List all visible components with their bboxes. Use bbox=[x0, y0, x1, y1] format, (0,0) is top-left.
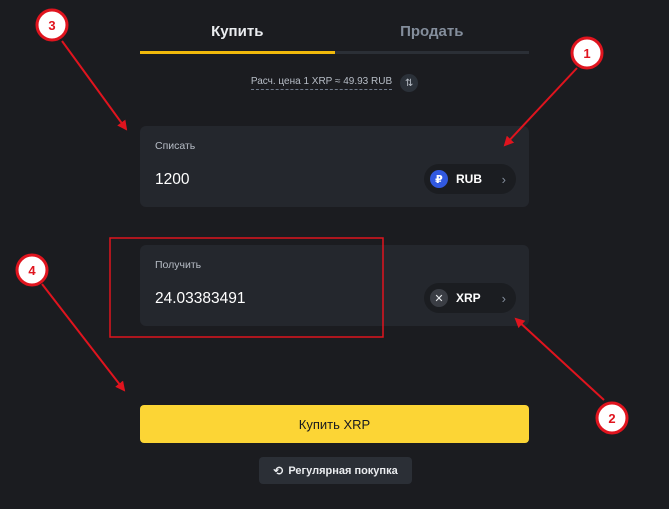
receive-currency-selector[interactable]: ✕ XRP › bbox=[424, 283, 516, 313]
receive-panel: Получить 24.03383491 ✕ XRP › bbox=[140, 245, 529, 326]
spend-currency-code: RUB bbox=[456, 172, 482, 186]
buy-sell-tabs: Купить Продать bbox=[140, 12, 529, 54]
svg-text:2: 2 bbox=[608, 411, 615, 426]
annotation-badge-2: 2 bbox=[595, 401, 629, 435]
receive-label: Получить bbox=[155, 259, 202, 271]
rub-coin-icon: ₽ bbox=[430, 170, 448, 188]
svg-text:4: 4 bbox=[28, 263, 36, 278]
svg-text:1: 1 bbox=[583, 46, 590, 61]
tab-sell[interactable]: Продать bbox=[334, 12, 529, 54]
annotation-arrow-3 bbox=[61, 40, 128, 131]
recurring-buy-label: Регулярная покупка bbox=[288, 464, 398, 477]
receive-amount-input[interactable]: 24.03383491 bbox=[155, 290, 246, 308]
xrp-coin-icon: ✕ bbox=[430, 289, 448, 307]
chevron-right-icon: › bbox=[501, 171, 506, 187]
spend-panel: Списать 1200 ₽ RUB › bbox=[140, 126, 529, 207]
estimated-rate-text: Расч. цена 1 XRP ≈ 49.93 RUB bbox=[250, 76, 393, 90]
spend-amount-input[interactable]: 1200 bbox=[155, 171, 189, 189]
estimated-rate-row: Расч. цена 1 XRP ≈ 49.93 RUB ⇅ bbox=[140, 72, 529, 94]
spend-label: Списать bbox=[155, 140, 196, 152]
buy-xrp-button[interactable]: Купить XRP bbox=[140, 405, 529, 443]
annotation-badge-3: 3 bbox=[35, 8, 69, 42]
spend-currency-selector[interactable]: ₽ RUB › bbox=[424, 164, 516, 194]
swap-vertical-icon[interactable]: ⇅ bbox=[400, 74, 419, 92]
tab-buy[interactable]: Купить bbox=[140, 12, 335, 54]
annotation-badge-1: 1 bbox=[570, 36, 604, 70]
annotation-badge-4: 4 bbox=[15, 253, 49, 287]
svg-text:3: 3 bbox=[48, 18, 55, 33]
receive-currency-code: XRP bbox=[456, 291, 481, 305]
annotation-arrow-4 bbox=[41, 283, 126, 392]
annotation-arrow-2 bbox=[514, 317, 605, 401]
recurring-buy-button[interactable]: ⟲ Регулярная покупка bbox=[259, 457, 412, 484]
history-clock-icon: ⟲ bbox=[273, 463, 284, 478]
chevron-right-icon: › bbox=[501, 290, 506, 306]
